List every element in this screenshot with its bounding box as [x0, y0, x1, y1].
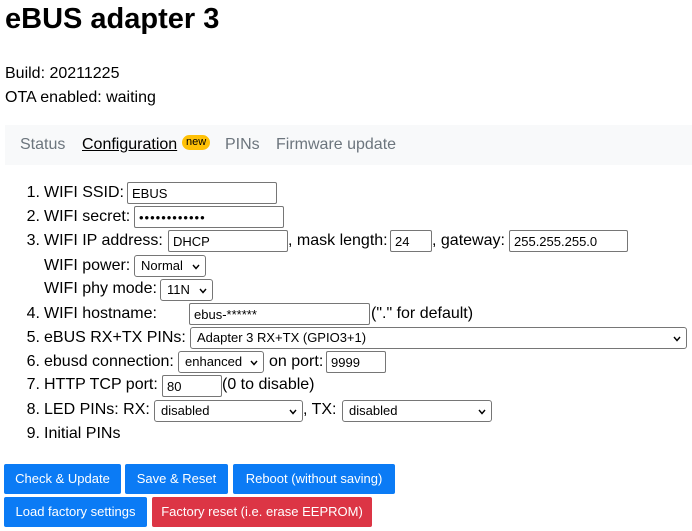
item-number: 7. — [26, 376, 40, 393]
ebusd-port-input[interactable] — [326, 351, 386, 373]
wifi-ssid-input[interactable] — [127, 182, 277, 204]
mask-length-input[interactable] — [390, 230, 432, 252]
ebusd-port-label: on port: — [269, 353, 324, 370]
ebus-rxtx-pins-label: eBUS RX+TX PINs: — [44, 329, 186, 346]
tab-pins[interactable]: PINs — [225, 135, 260, 155]
save-reset-button[interactable]: Save & Reset — [125, 464, 228, 494]
http-port-hint: (0 to disable) — [222, 376, 315, 393]
item-number: 4. — [26, 305, 40, 322]
ebusd-connection-value: enhanced — [185, 354, 243, 369]
led-pins-label: LED PINs: RX: — [44, 401, 150, 418]
gateway-input[interactable] — [509, 230, 628, 252]
chevron-down-icon — [192, 264, 200, 270]
mask-length-label: , mask length: — [288, 232, 388, 249]
wifi-hostname-label: WIFI hostname: — [44, 305, 157, 322]
http-port-label: HTTP TCP port: — [44, 376, 158, 393]
led-tx-label: , TX: — [303, 401, 337, 418]
build-info: Build: 20211225 — [5, 65, 120, 82]
item-number: 8. — [26, 401, 40, 418]
wifi-power-label: WIFI power: — [44, 257, 131, 274]
wifi-phy-mode-select[interactable]: 11N — [160, 279, 213, 301]
item-number: 3. — [26, 232, 40, 249]
wifi-phy-mode-label: WIFI phy mode: — [44, 280, 157, 297]
ebusd-connection-label: ebusd connection: — [44, 353, 174, 370]
wifi-power-select[interactable]: Normal — [134, 255, 206, 277]
load-factory-settings-button[interactable]: Load factory settings — [4, 497, 147, 527]
item-number: 5. — [26, 329, 40, 346]
new-badge: new — [182, 135, 211, 150]
ebus-rxtx-pins-value: Adapter 3 RX+TX (GPIO3+1) — [197, 330, 367, 345]
led-tx-value: disabled — [349, 403, 398, 418]
led-rx-value: disabled — [161, 403, 210, 418]
wifi-secret-label: WIFI secret: — [44, 208, 131, 225]
item-number: 2. — [26, 208, 40, 225]
wifi-power-value: Normal — [141, 258, 183, 273]
tab-configuration[interactable]: Configuration — [82, 135, 177, 155]
chevron-down-icon — [289, 409, 297, 415]
ebusd-connection-select[interactable]: enhanced — [178, 351, 264, 373]
tab-bar: Status Configuration new PINs Firmware u… — [5, 125, 692, 165]
led-rx-select[interactable]: disabled — [154, 400, 303, 422]
item-number: 1. — [26, 184, 40, 201]
ota-status: OTA enabled: waiting — [5, 89, 156, 106]
item-number: 9. — [26, 425, 40, 442]
chevron-down-icon — [478, 409, 486, 415]
item-number: 6. — [26, 353, 40, 370]
reboot-button[interactable]: Reboot (without saving) — [233, 464, 395, 494]
initial-pins-label: Initial PINs — [44, 425, 121, 442]
wifi-ip-input[interactable] — [168, 230, 288, 252]
wifi-secret-input[interactable] — [134, 206, 284, 228]
wifi-ip-label: WIFI IP address: — [44, 232, 163, 249]
led-tx-select[interactable]: disabled — [342, 400, 492, 422]
http-port-input[interactable] — [162, 375, 222, 397]
chevron-down-icon — [250, 360, 258, 366]
wifi-phy-mode-value: 11N — [167, 282, 190, 297]
tab-firmware-update[interactable]: Firmware update — [276, 135, 396, 155]
factory-reset-button[interactable]: Factory reset (i.e. erase EEPROM) — [152, 497, 372, 527]
wifi-ssid-label: WIFI SSID: — [44, 184, 124, 201]
page-title: eBUS adapter 3 — [5, 3, 220, 35]
chevron-down-icon — [673, 336, 681, 342]
hostname-hint: ("." for default) — [371, 305, 474, 322]
tab-status[interactable]: Status — [20, 135, 65, 155]
ebus-rxtx-pins-select[interactable]: Adapter 3 RX+TX (GPIO3+1) — [190, 327, 687, 349]
gateway-label: , gateway: — [432, 232, 505, 249]
wifi-hostname-input[interactable] — [189, 303, 370, 325]
chevron-down-icon — [199, 288, 207, 294]
check-update-button[interactable]: Check & Update — [4, 464, 121, 494]
